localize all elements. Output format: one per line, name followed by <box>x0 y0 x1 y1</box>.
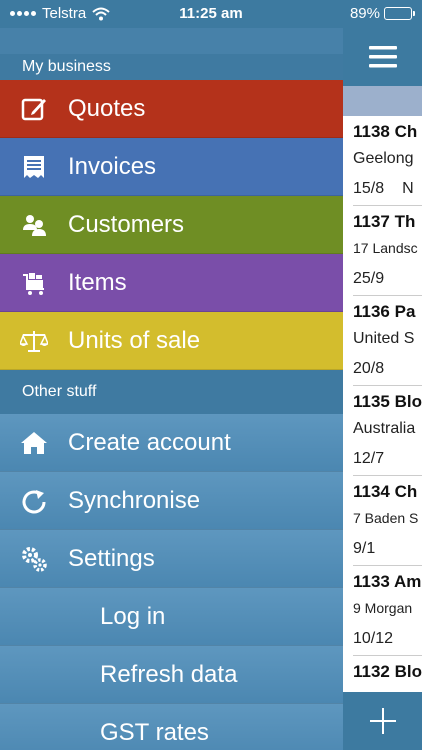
side-menu: My business Quotes Invoices Customers It… <box>0 28 343 750</box>
edit-icon <box>0 95 68 123</box>
menu-item-units-of-sale[interactable]: Units of sale <box>0 312 343 370</box>
list-item[interactable]: 1136 Pa United S 20/8 <box>353 296 422 386</box>
quote-location: 7 Baden S <box>353 510 419 526</box>
menu-item-customers[interactable]: Customers <box>0 196 343 254</box>
menu-item-settings[interactable]: Settings <box>0 530 343 588</box>
receipt-icon <box>0 153 68 181</box>
quote-title: 1134 Ch <box>353 482 418 501</box>
quote-title: 1135 Blo <box>353 392 422 411</box>
menu-item-label: Refresh data <box>100 660 238 688</box>
menu-item-invoices[interactable]: Invoices <box>0 138 343 196</box>
quote-date: 9/1 <box>353 536 422 566</box>
menu-item-items[interactable]: Items <box>0 254 343 312</box>
list-item[interactable]: 1137 Th 17 Landsc 25/9 <box>353 206 422 296</box>
quote-date: 10/12 <box>353 626 422 656</box>
menu-item-label: Log in <box>100 602 166 630</box>
list-item[interactable]: 1132 Blo <box>353 656 422 686</box>
menu-item-create-account[interactable]: Create account <box>0 414 343 472</box>
quote-title: 1138 Ch <box>353 122 418 141</box>
menu-item-synchronise[interactable]: Synchronise <box>0 472 343 530</box>
people-icon <box>0 211 68 239</box>
menu-item-label: GST rates <box>100 718 209 746</box>
status-bar: Telstra 11:25 am 89% <box>0 0 422 28</box>
battery-icon <box>384 7 415 20</box>
add-icon[interactable] <box>369 708 396 734</box>
list-item[interactable]: 1135 Blo Australia 12/7 <box>353 386 422 476</box>
home-icon <box>0 429 68 457</box>
menu-item-label: Synchronise <box>68 486 201 514</box>
menu-item-label: Units of sale <box>68 326 201 354</box>
menu-item-label: Items <box>68 268 127 296</box>
menu-item-refresh-data[interactable]: Refresh data <box>0 646 343 704</box>
section-header-my-business: My business <box>0 54 343 80</box>
menu-item-gst-rates[interactable]: GST rates <box>0 704 343 750</box>
menu-item-label: Settings <box>68 544 155 572</box>
quote-location: 9 Morgan <box>353 600 413 616</box>
quote-title: 1136 Pa <box>353 302 416 321</box>
quote-location: 17 Landsc <box>353 240 418 256</box>
quote-title: 1137 Th <box>353 212 416 231</box>
list-item[interactable]: 1134 Ch 7 Baden S 9/1 <box>353 476 422 566</box>
quote-title: 1132 Blo <box>353 662 422 681</box>
quote-list: 1138 Ch Geelong 15/8 N 1137 Th 17 Landsc … <box>343 116 422 686</box>
menu-item-label: Customers <box>68 210 185 238</box>
quote-date: 12/7 <box>353 446 422 476</box>
bottom-bar <box>343 692 422 750</box>
quote-date: 15/8 N <box>353 176 422 206</box>
hamburger-menu-icon[interactable] <box>368 46 397 68</box>
quote-location: Geelong <box>353 150 414 167</box>
nav-bar <box>343 28 422 86</box>
menu-item-label: Invoices <box>68 152 157 180</box>
scales-icon <box>0 327 68 355</box>
menu-item-log-in[interactable]: Log in <box>0 588 343 646</box>
quote-title: 1133 Am <box>353 572 422 591</box>
quote-date: 25/9 <box>353 266 422 296</box>
cart-icon <box>0 269 68 297</box>
quote-location: United S <box>353 330 415 347</box>
menu-item-label: Create account <box>68 428 231 456</box>
menu-item-label: Quotes <box>68 94 146 122</box>
quotes-list-panel: 1138 Ch Geelong 15/8 N 1137 Th 17 Landsc … <box>343 28 422 750</box>
quote-location: Australia <box>353 420 416 437</box>
gears-icon <box>0 545 68 573</box>
list-item[interactable]: 1133 Am 9 Morgan 10/12 <box>353 566 422 656</box>
battery-percent: 89% <box>349 5 380 22</box>
refresh-icon <box>0 487 68 515</box>
menu-item-quotes[interactable]: Quotes <box>0 80 343 138</box>
battery-indicator: 89% <box>349 5 415 22</box>
search-strip <box>343 86 422 116</box>
section-header-other-stuff: Other stuff <box>0 370 343 414</box>
quote-date: 20/8 <box>353 356 422 386</box>
list-item[interactable]: 1138 Ch Geelong 15/8 N <box>353 116 422 206</box>
